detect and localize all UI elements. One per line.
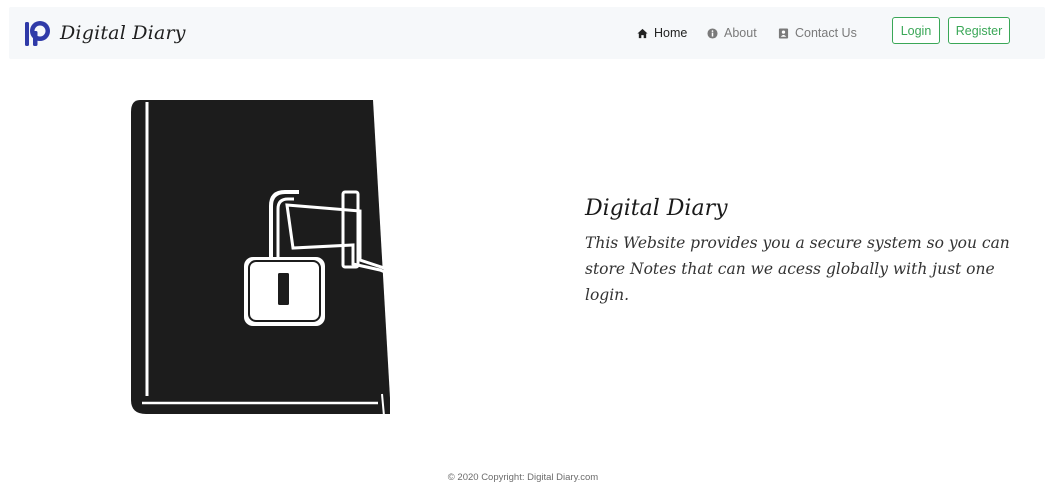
locked-diary-icon bbox=[131, 100, 392, 417]
p-logo-icon bbox=[25, 21, 50, 46]
info-icon bbox=[707, 27, 718, 39]
nav-about-label: About bbox=[724, 26, 757, 40]
contact-book-icon bbox=[778, 27, 789, 39]
brand-name: Digital Diary bbox=[60, 22, 186, 44]
nav-home-label: Home bbox=[654, 26, 688, 40]
nav-contact-label: Contact Us bbox=[795, 26, 857, 40]
nav-home-link[interactable]: Home bbox=[637, 23, 687, 43]
hero-title: Digital Diary bbox=[585, 196, 728, 221]
register-button[interactable]: Register bbox=[948, 17, 1010, 44]
login-button[interactable]: Login bbox=[892, 17, 940, 44]
footer-copyright: © 2020 Copyright: Digital Diary.com bbox=[447, 472, 599, 483]
home-icon bbox=[637, 28, 648, 38]
brand[interactable]: Digital Diary bbox=[25, 17, 186, 49]
navbar: Digital Diary Home About Contact Us Logi… bbox=[9, 7, 1045, 59]
hero-description: This Website provides you a secure syste… bbox=[585, 234, 1010, 304]
nav-contact-link[interactable]: Contact Us bbox=[778, 23, 857, 43]
nav-about-link[interactable]: About bbox=[707, 23, 757, 43]
